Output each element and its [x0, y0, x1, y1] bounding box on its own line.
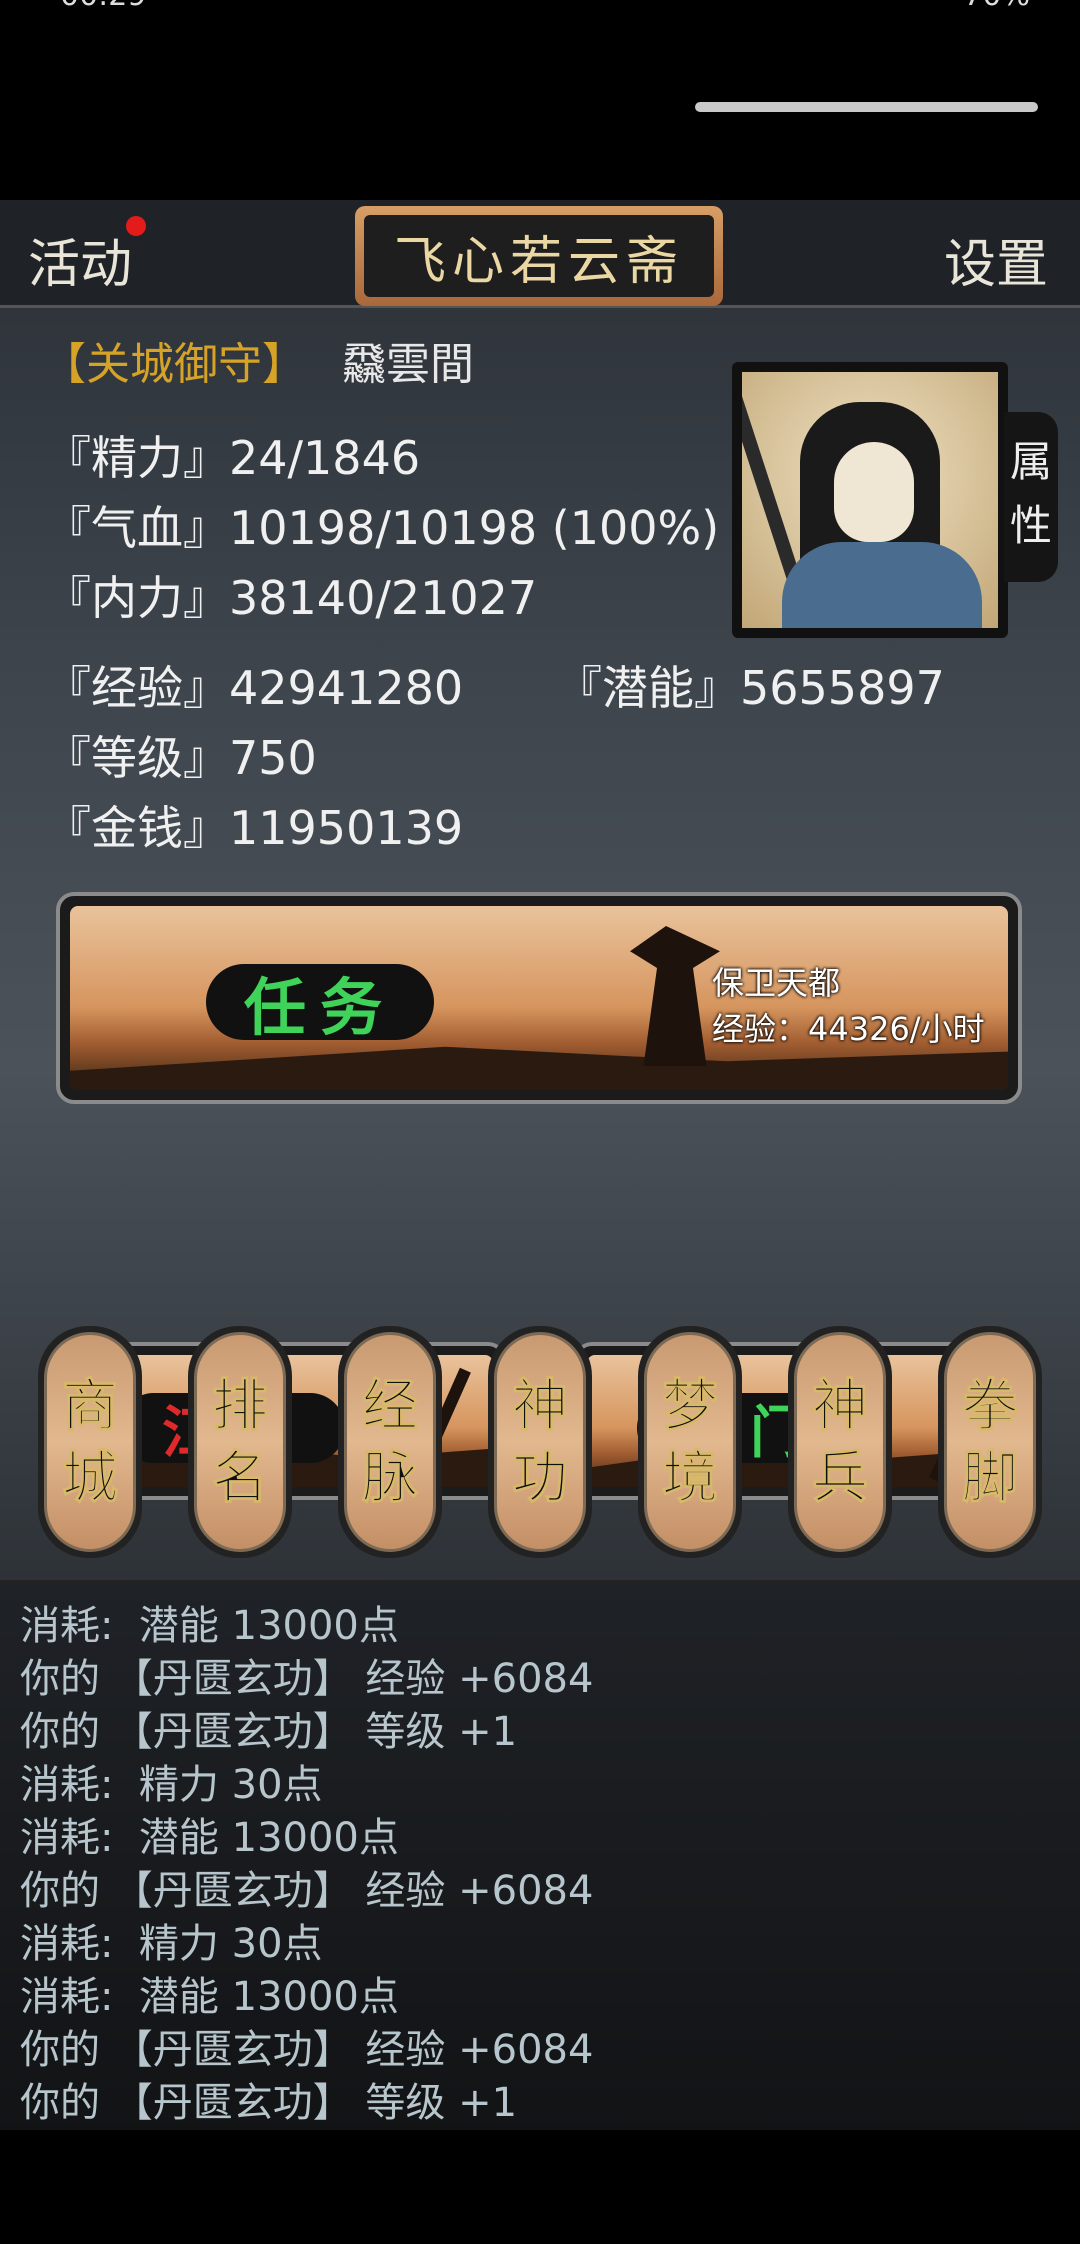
menu-plaque: 拳脚	[944, 1332, 1036, 1552]
stat-value: 5655897	[740, 661, 945, 715]
robe-shape	[782, 542, 982, 628]
menu-divine-weapon[interactable]: 神兵	[788, 1326, 892, 1558]
attr-char-1: 属	[1009, 437, 1052, 486]
portrait-art	[742, 372, 998, 628]
stat-value: 24/1846	[229, 431, 421, 485]
activity-button[interactable]: 活动	[28, 222, 132, 297]
menu-plaque: 神兵	[794, 1332, 886, 1552]
menu-shop[interactable]: 商城	[38, 1326, 142, 1558]
battery-percent: 70%	[963, 0, 1030, 13]
log-line: 消耗: 精力 30点	[20, 1762, 323, 1808]
menu-char: 脉	[362, 1445, 419, 1512]
menu-plaque: 排名	[194, 1332, 286, 1552]
log-line: 消耗: 潜能 13000点	[20, 1974, 399, 2020]
log-line: 你的 【丹匮玄功】 经验 +6084	[20, 1656, 594, 1702]
status-bar: 00:29 70%	[0, 0, 1080, 30]
stat-label: 『经验』	[45, 661, 229, 715]
stat-label: 『内力』	[45, 571, 229, 625]
stat-label: 『等级』	[45, 731, 229, 785]
stat-dengji: 『等级』750	[45, 722, 317, 788]
message-log[interactable]: 消耗: 潜能 13000点 你的 【丹匮玄功】 经验 +6084 你的 【丹匮玄…	[0, 1580, 1080, 2130]
stat-label: 『气血』	[45, 501, 229, 555]
stat-value: 10198/10198 (100%)	[229, 501, 720, 555]
log-line: 你的 【丹匮玄功】 等级 +1	[20, 1709, 518, 1755]
log-line: 你的 【丹匮玄功】 经验 +6084	[20, 2027, 594, 2073]
menu-char: 脚	[962, 1445, 1019, 1512]
guild-banner: 飞心若云斋	[355, 206, 723, 306]
stat-label: 『金钱』	[45, 801, 229, 855]
menu-char: 兵	[812, 1445, 869, 1512]
menu-char: 名	[212, 1445, 269, 1512]
menu-char: 神	[812, 1373, 869, 1440]
game-screen: 活动 飞心若云斋 设置 【关城御守】 飝雲間 『精力』24/1846 『气血』1…	[0, 200, 1080, 2130]
attr-char-2: 性	[1009, 501, 1052, 550]
stat-value: 750	[229, 731, 317, 785]
menu-char: 排	[212, 1373, 269, 1440]
menu-plaque: 商城	[44, 1332, 136, 1552]
stat-jinqian: 『金钱』11950139	[45, 792, 463, 858]
menu-char: 梦	[662, 1373, 719, 1440]
menu-char: 功	[512, 1445, 569, 1512]
mission-art: 任务 保卫天都 经验：44326/小时	[70, 906, 1008, 1090]
mission-label: 任务	[206, 964, 434, 1044]
status-time: 00:29	[60, 0, 146, 13]
notification-dot	[126, 216, 146, 236]
menu-char: 神	[512, 1373, 569, 1440]
mission-button[interactable]: 任务 保卫天都 经验：44326/小时	[56, 892, 1022, 1104]
log-line: 消耗: 潜能 13000点	[20, 1603, 399, 1649]
swordsman-silhouette	[630, 926, 720, 1066]
stat-value: 38140/21027	[229, 571, 538, 625]
log-line: 你的 【丹匮玄功】 等级 +1	[20, 2080, 518, 2126]
menu-meridian[interactable]: 经脉	[338, 1326, 442, 1558]
menu-char: 拳	[962, 1373, 1019, 1440]
gesture-bar	[695, 102, 1038, 112]
mission-info: 保卫天都 经验：44326/小时	[712, 960, 985, 1052]
player-title: 【关城御守】	[42, 339, 306, 390]
stat-neili: 『内力』38140/21027	[45, 562, 537, 628]
stat-jingli: 『精力』24/1846	[45, 422, 420, 488]
menu-plaque: 梦境	[644, 1332, 736, 1552]
stat-jingyan: 『经验』42941280	[45, 652, 463, 718]
log-line: 你的 【丹匮玄功】 经验 +6084	[20, 1868, 594, 1914]
menu-char: 城	[62, 1445, 119, 1512]
menu-char: 境	[662, 1445, 719, 1512]
log-line: 消耗: 潜能 13000点	[20, 1815, 399, 1861]
menu-martial[interactable]: 拳脚	[938, 1326, 1042, 1558]
character-portrait[interactable]	[732, 362, 1008, 638]
menu-divine-skill[interactable]: 神功	[488, 1326, 592, 1558]
mission-name: 保卫天都	[712, 964, 841, 1002]
stat-qixue: 『气血』10198/10198 (100%)	[45, 492, 719, 558]
settings-button[interactable]: 设置	[944, 222, 1048, 297]
stat-qianneng: 『潜能』5655897	[556, 652, 945, 718]
menu-char: 经	[362, 1373, 419, 1440]
face-shape	[834, 442, 914, 542]
guild-name: 飞心若云斋	[364, 215, 714, 297]
stat-value: 42941280	[229, 661, 464, 715]
menu-plaque: 神功	[494, 1332, 586, 1552]
menu-char: 商	[62, 1373, 119, 1440]
stat-label: 『精力』	[45, 431, 229, 485]
attributes-tab[interactable]: 属 性	[1004, 412, 1058, 582]
log-line: 消耗: 精力 30点	[20, 1921, 323, 1967]
stat-value: 11950139	[229, 801, 464, 855]
menu-plaque: 经脉	[344, 1332, 436, 1552]
menu-dream[interactable]: 梦境	[638, 1326, 742, 1558]
player-name: 飝雲間	[342, 339, 474, 390]
menu-ranking[interactable]: 排名	[188, 1326, 292, 1558]
stat-label: 『潜能』	[556, 661, 740, 715]
mission-exp-rate: 经验：44326/小时	[712, 1010, 985, 1048]
top-bar: 活动 飞心若云斋 设置	[0, 200, 1080, 308]
